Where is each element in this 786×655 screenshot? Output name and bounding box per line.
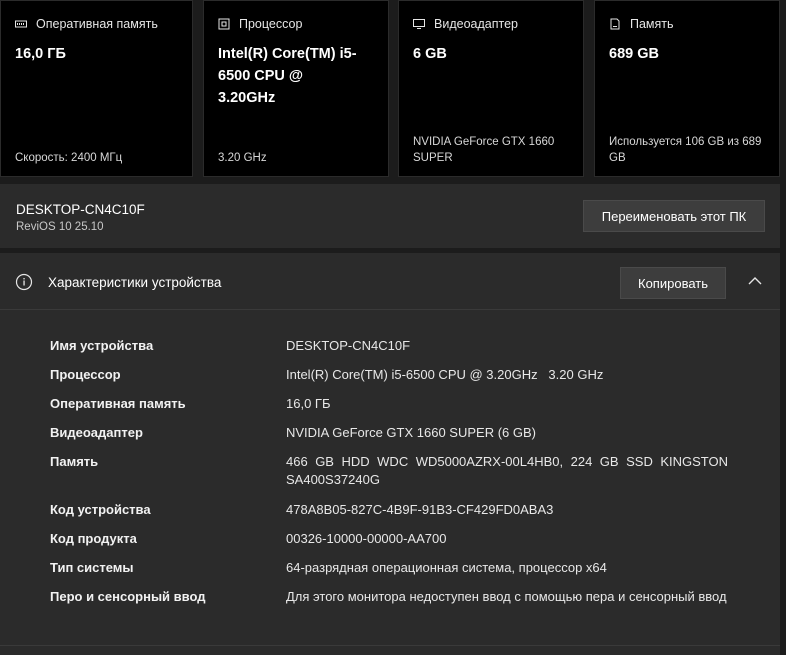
spec-value: 478A8B05-827C-4B9F-91B3-CF429FD0ABA3: [286, 502, 554, 517]
card-ram: Оперативная память 16,0 ГБ Скорость: 240…: [0, 0, 193, 177]
card-title: Видеоадаптер: [434, 17, 518, 31]
copy-button[interactable]: Копировать: [620, 267, 726, 299]
spec-label: Видеоадаптер: [50, 425, 143, 440]
card-value: 6 GB: [413, 46, 447, 62]
spec-label: Оперативная память: [50, 396, 186, 411]
display-adapter-icon: [413, 18, 425, 30]
spec-label: Тип системы: [50, 560, 134, 575]
card-value: 689 GB: [609, 46, 659, 62]
info-icon: [15, 273, 33, 291]
device-bar: DESKTOP-CN4C10F ReviOS 10 25.10 Переимен…: [0, 184, 780, 248]
specs-header[interactable]: Характеристики устройства Копировать: [0, 253, 780, 310]
chevron-up-icon[interactable]: [747, 275, 763, 287]
spec-label: Код продукта: [50, 531, 137, 546]
spec-value: Для этого монитора недоступен ввод с пом…: [286, 589, 727, 604]
card-title: Память: [630, 17, 674, 31]
device-name: DESKTOP-CN4C10F: [16, 202, 145, 217]
card-value: Intel(R) Core(TM) i5-6500 CPU @ 3.20GHz: [218, 46, 357, 106]
spec-label: Имя устройства: [50, 338, 154, 353]
device-specs-panel: Характеристики устройства Копировать Имя…: [0, 253, 780, 655]
spec-value: Intel(R) Core(TM) i5-6500 CPU @ 3.20GHz …: [286, 367, 604, 382]
card-title: Оперативная память: [36, 17, 158, 31]
card-footer: NVIDIA GeForce GTX 1660 SUPER: [413, 136, 555, 164]
storage-drive-icon: [609, 18, 621, 30]
spec-label: Перо и сенсорный ввод: [50, 589, 206, 604]
card-footer: 3.20 GHz: [218, 152, 267, 164]
card-title: Процессор: [239, 17, 303, 31]
card-processor: Процессор Intel(R) Core(TM) i5-6500 CPU …: [203, 0, 389, 177]
spec-value: 00326-10000-00000-AA700: [286, 531, 447, 546]
divider: [0, 645, 780, 646]
spec-label: Процессор: [50, 367, 121, 382]
card-storage: Память 689 GB Используется 106 GB из 689…: [594, 0, 780, 177]
processor-chip-icon: [218, 18, 230, 30]
rename-pc-button[interactable]: Переименовать этот ПК: [583, 200, 765, 232]
spec-value: 16,0 ГБ: [286, 396, 331, 411]
spec-value: 466 GB HDD WDC WD5000AZRX-00L4HB0, 224 G…: [286, 454, 728, 487]
specs-title: Характеристики устройства: [48, 275, 222, 290]
card-value: 16,0 ГБ: [15, 46, 66, 62]
spec-value: DESKTOP-CN4C10F: [286, 338, 411, 353]
summary-cards: Оперативная память 16,0 ГБ Скорость: 240…: [0, 0, 786, 178]
os-version: ReviOS 10 25.10: [16, 221, 104, 233]
spec-label: Память: [50, 454, 99, 469]
spec-value: 64-разрядная операционная система, проце…: [286, 560, 607, 575]
memory-chip-icon: [15, 18, 27, 30]
card-footer: Используется 106 GB из 689 GB: [609, 136, 762, 164]
card-footer: Скорость: 2400 МГц: [15, 152, 123, 164]
card-gpu: Видеоадаптер 6 GB NVIDIA GeForce GTX 166…: [398, 0, 584, 177]
spec-label: Код устройства: [50, 502, 151, 517]
spec-value: NVIDIA GeForce GTX 1660 SUPER (6 GB): [286, 425, 536, 440]
